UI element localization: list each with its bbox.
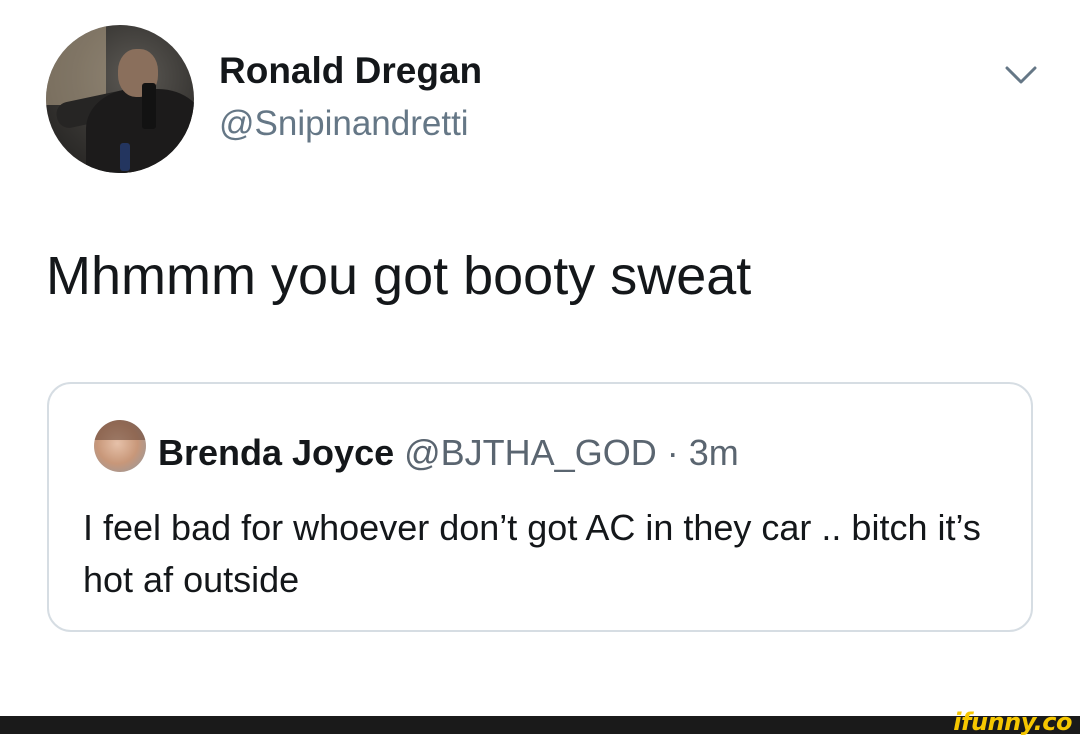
avatar-bottle	[120, 143, 130, 171]
quoted-author-handle: @BJTHA_GOD	[404, 432, 657, 473]
author-handle[interactable]: @Snipinandretti	[219, 104, 469, 144]
quoted-tweet[interactable]: Brenda Joyce @BJTHA_GOD · 3m I feel bad …	[47, 382, 1033, 632]
avatar-object	[142, 83, 156, 129]
tweet-text: Mhmmm you got booty sweat	[46, 246, 752, 306]
quoted-tweet-time: · 3m	[666, 432, 739, 473]
avatar-background	[46, 25, 106, 105]
chevron-down-icon[interactable]	[1003, 60, 1039, 90]
quoted-author-avatar	[94, 420, 146, 472]
author-avatar[interactable]	[46, 25, 194, 173]
bottom-bar	[0, 716, 1080, 734]
avatar-body	[86, 89, 194, 173]
quoted-author-name: Brenda Joyce	[158, 432, 395, 473]
author-name[interactable]: Ronald Dregan	[219, 50, 482, 92]
quoted-tweet-header: Brenda Joyce @BJTHA_GOD · 3m	[158, 432, 739, 474]
watermark-logo: ifunny.co	[953, 708, 1072, 736]
quoted-tweet-text: I feel bad for whoever don’t got AC in t…	[83, 507, 981, 600]
